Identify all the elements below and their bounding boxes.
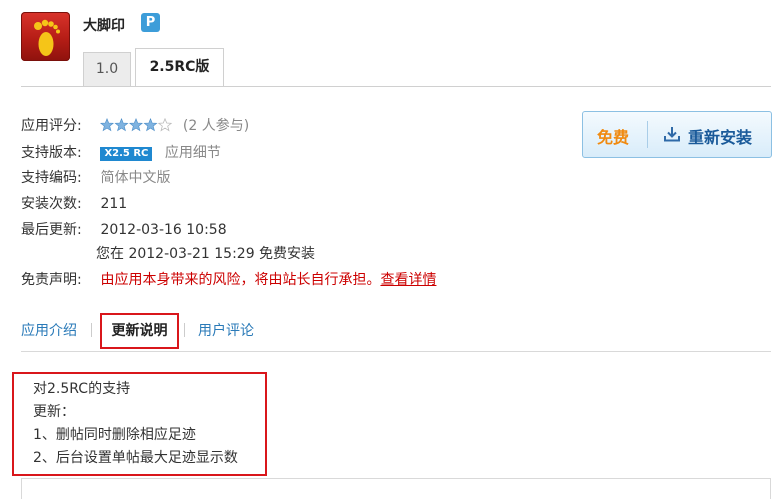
content-tabs: 应用介绍 更新说明 用户评论 <box>21 313 771 351</box>
disclaimer-details-link[interactable]: 查看详情 <box>380 272 436 288</box>
p-badge-icon[interactable]: P <box>141 13 160 32</box>
note-line: 1、删帖同时删除相应足迹 <box>33 427 196 443</box>
download-icon <box>664 127 680 142</box>
encoding-label: 支持编码: <box>21 170 82 186</box>
version-tab-1-0[interactable]: 1.0 <box>83 52 131 86</box>
updated-row: 最后更新: 2012-03-16 10:58 <box>21 219 227 239</box>
tab-update-notes[interactable]: 更新说明 <box>100 313 179 349</box>
encoding-row: 支持编码: 简体中文版 <box>21 167 170 187</box>
free-label: 免费 <box>597 128 630 147</box>
update-notes-panel: 对2.5RC的支持 更新： 1、删帖同时删除相应足迹 2、后台设置单帖最大足迹显… <box>12 372 267 476</box>
tab-separator <box>184 323 185 337</box>
installed-note-text: 您在 2012-03-21 15:29 免费安装 <box>96 246 316 262</box>
note-line: 更新： <box>33 404 75 420</box>
version-badge: X2.5 RC <box>100 147 153 161</box>
version-tab-2-5rc[interactable]: 2.5RC版 <box>135 48 224 87</box>
tab-user-reviews[interactable]: 用户评论 <box>198 320 254 340</box>
rating-stars-icon <box>100 118 173 132</box>
installs-value: 211 <box>100 196 128 212</box>
disclaimer-text: 由应用本身带来的风险，将由站长自行承担。 <box>100 272 381 288</box>
version-label: 支持版本: <box>21 145 82 161</box>
comment-box-edge <box>21 478 771 499</box>
version-row: 支持版本: X2.5 RC 应用细节 <box>21 142 221 162</box>
reinstall-button[interactable]: 免费 重新安装 <box>582 111 772 158</box>
tab-app-intro[interactable]: 应用介绍 <box>21 320 77 340</box>
installs-label: 安装次数: <box>21 196 82 212</box>
app-name: 大脚印 <box>83 18 125 34</box>
disclaimer-row: 免责声明: 由应用本身带来的风险，将由站长自行承担。查看详情 <box>21 269 436 289</box>
app-icon-footprint <box>21 12 70 61</box>
installed-note: 您在 2012-03-21 15:29 免费安装 <box>96 243 315 263</box>
reinstall-label: 重新安装 <box>688 128 753 147</box>
version-detail-link[interactable]: 应用细节 <box>165 145 221 161</box>
rating-count: (2 人参与) <box>182 118 250 134</box>
note-line: 对2.5RC的支持 <box>33 381 131 397</box>
tab-separator <box>91 323 92 337</box>
updated-label: 最后更新: <box>21 222 82 238</box>
version-tabs-divider <box>21 86 771 87</box>
note-line: 2、后台设置单帖最大足迹显示数 <box>33 450 238 466</box>
encoding-value: 简体中文版 <box>100 170 171 186</box>
rating-row: 应用评分: (2 人参与) <box>21 115 249 135</box>
install-button-separator <box>647 121 648 148</box>
rating-label: 应用评分: <box>21 118 82 134</box>
disclaimer-label: 免责声明: <box>21 272 82 288</box>
footprint-icon <box>34 19 60 56</box>
updated-value: 2012-03-16 10:58 <box>100 222 227 238</box>
installs-row: 安装次数: 211 <box>21 193 127 213</box>
content-tabs-divider <box>21 351 771 352</box>
